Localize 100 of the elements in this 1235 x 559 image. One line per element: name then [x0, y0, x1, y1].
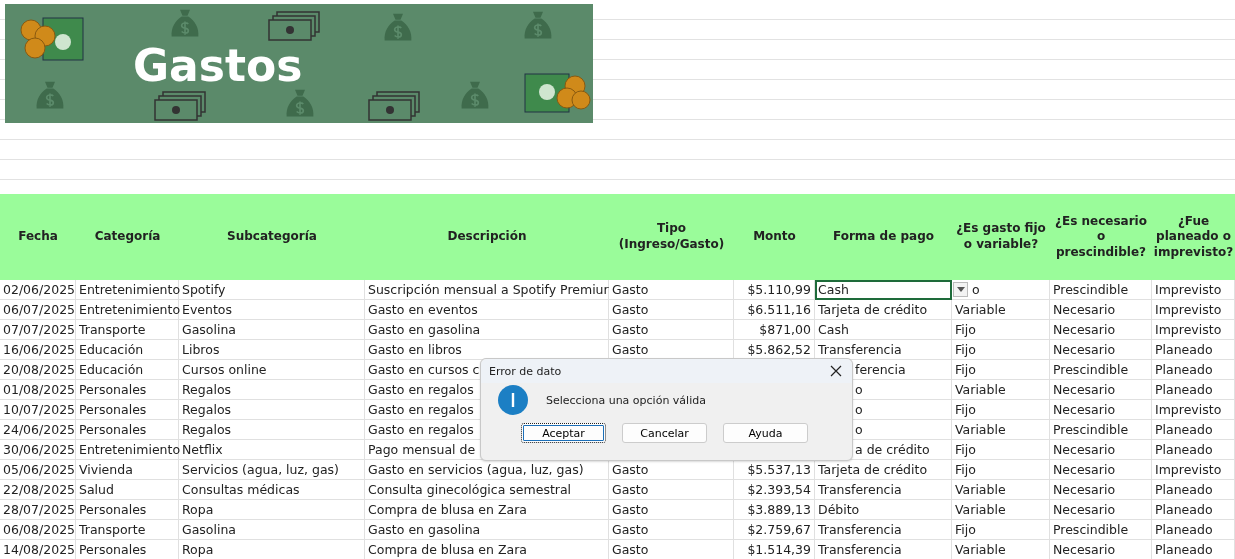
- table-cell: Planeado: [1155, 422, 1213, 437]
- table-cell: Necesario: [1053, 402, 1116, 417]
- table-cell: Planeado: [1155, 522, 1213, 537]
- table-cell: 28/07/2025: [3, 502, 76, 517]
- table-cell: Necesario: [1053, 442, 1116, 457]
- dialog-title: Error de dato: [489, 364, 562, 378]
- table-cell: Prescindible: [1053, 422, 1129, 437]
- table-cell: o: [855, 422, 863, 437]
- table-cell: Variable: [955, 542, 1006, 557]
- column-header: Fecha: [0, 194, 76, 280]
- table-cell: Prescindible: [1053, 282, 1129, 297]
- table-cell: Fijo: [955, 402, 976, 417]
- column-header: ¿Fue planeado o imprevisto?: [1152, 194, 1235, 280]
- table-cell: Personales: [79, 402, 147, 417]
- column-header: Subcategoría: [179, 194, 365, 280]
- table-cell: Ropa: [182, 542, 214, 557]
- money-bag-icon: [460, 80, 490, 112]
- table-cell: Gasolina: [182, 522, 237, 537]
- table-cell: Planeado: [1155, 502, 1213, 517]
- table-cell: Necesario: [1053, 502, 1116, 517]
- dropdown-button[interactable]: [953, 282, 968, 297]
- table-cell: Regalos: [182, 422, 232, 437]
- info-icon: [498, 385, 528, 415]
- table-cell: Entretenimiento: [79, 442, 181, 457]
- table-cell: 02/06/2025: [3, 282, 76, 297]
- table-cell: Salud: [79, 482, 114, 497]
- table-cell: Imprevisto: [1155, 322, 1222, 337]
- table-cell: Variable: [955, 302, 1006, 317]
- table-cell: 10/07/2025: [3, 402, 76, 417]
- banner-title: Gastos: [133, 44, 303, 88]
- table-cell: o: [972, 282, 980, 297]
- table-cell: 06/07/2025: [3, 302, 76, 317]
- dialog-message: Selecciona una opción válida: [546, 393, 706, 407]
- table-cell: Transporte: [79, 522, 146, 537]
- table-cell: Educación: [79, 362, 144, 377]
- table-cell: Gasto en libros: [368, 342, 462, 357]
- table-cell: Variable: [955, 382, 1006, 397]
- table-cell: Transferencia: [818, 542, 902, 557]
- table-cell: Transferencia: [818, 482, 902, 497]
- table-cell: $5.110,99: [747, 282, 811, 297]
- table-cell: Planeado: [1155, 382, 1213, 397]
- table-cell: $871,00: [759, 322, 811, 337]
- table-cell: o: [855, 402, 863, 417]
- table-cell: Transferencia: [818, 522, 902, 537]
- table-cell: Transporte: [79, 322, 146, 337]
- table-cell: Gasto: [612, 502, 649, 517]
- table-cell: Fijo: [955, 462, 976, 477]
- table-cell: Consultas médicas: [182, 482, 300, 497]
- column-header: Descripción: [365, 194, 609, 280]
- cash-icon: [367, 90, 421, 122]
- money-bag-icon: [523, 10, 553, 42]
- table-cell: Planeado: [1155, 442, 1213, 457]
- table-cell: Cursos online: [182, 362, 267, 377]
- table-cell: $2.759,67: [747, 522, 811, 537]
- table-cell: Fijo: [955, 322, 976, 337]
- table-cell: Spotify: [182, 282, 226, 297]
- close-icon: [830, 365, 842, 377]
- table-cell: Planeado: [1155, 362, 1213, 377]
- table-cell: Fijo: [955, 342, 976, 357]
- table-cell: Netflix: [182, 442, 223, 457]
- table-cell: Servicios (agua, luz, gas): [182, 462, 339, 477]
- table-cell: Gasto en gasolina: [368, 522, 481, 537]
- dialog-button[interactable]: Ayuda: [723, 423, 808, 443]
- cash-icon: [153, 90, 207, 122]
- table-cell: Libros: [182, 342, 220, 357]
- table-cell: Personales: [79, 502, 147, 517]
- money-bag-icon: [170, 8, 200, 40]
- table-cell: Tarjeta de crédito: [818, 462, 928, 477]
- table-cell: Débito: [818, 502, 860, 517]
- dialog-button[interactable]: Cancelar: [622, 423, 707, 443]
- table-cell: Gasto: [612, 462, 649, 477]
- table-cell: Regalos: [182, 402, 232, 417]
- table-cell: Pago mensual de: [368, 442, 476, 457]
- table-cell: Gasto en regalos: [368, 382, 474, 397]
- table-cell: ferencia: [855, 362, 906, 377]
- dialog-button[interactable]: Aceptar: [521, 423, 606, 443]
- table-cell: Compra de blusa en Zara: [368, 542, 527, 557]
- table-cell: 06/08/2025: [3, 522, 76, 537]
- table-cell: Imprevisto: [1155, 282, 1222, 297]
- money-bag-icon: [285, 88, 315, 120]
- table-cell: Consulta ginecológica semestral: [368, 482, 572, 497]
- table-cell: 01/08/2025: [3, 382, 76, 397]
- table-cell: Entretenimiento: [79, 302, 181, 317]
- table-cell: Gasto: [612, 542, 649, 557]
- table-cell: Necesario: [1053, 342, 1116, 357]
- table-cell: Fijo: [955, 522, 976, 537]
- table-cell: Imprevisto: [1155, 302, 1222, 317]
- column-header: Categoría: [76, 194, 179, 280]
- table-cell: $5.862,52: [747, 342, 811, 357]
- table-cell: Gasto: [612, 342, 649, 357]
- table-cell: a de crédito: [855, 442, 930, 457]
- table-cell: Prescindible: [1053, 522, 1129, 537]
- table-cell: Personales: [79, 542, 147, 557]
- table-cell: Necesario: [1053, 382, 1116, 397]
- close-button[interactable]: [830, 365, 842, 377]
- table-cell: Gasto en eventos: [368, 302, 478, 317]
- table-cell: Gasto en gasolina: [368, 322, 481, 337]
- table-cell: Necesario: [1053, 482, 1116, 497]
- table-cell: Personales: [79, 382, 147, 397]
- table-cell: Gasto en servicios (agua, luz, gas): [368, 462, 584, 477]
